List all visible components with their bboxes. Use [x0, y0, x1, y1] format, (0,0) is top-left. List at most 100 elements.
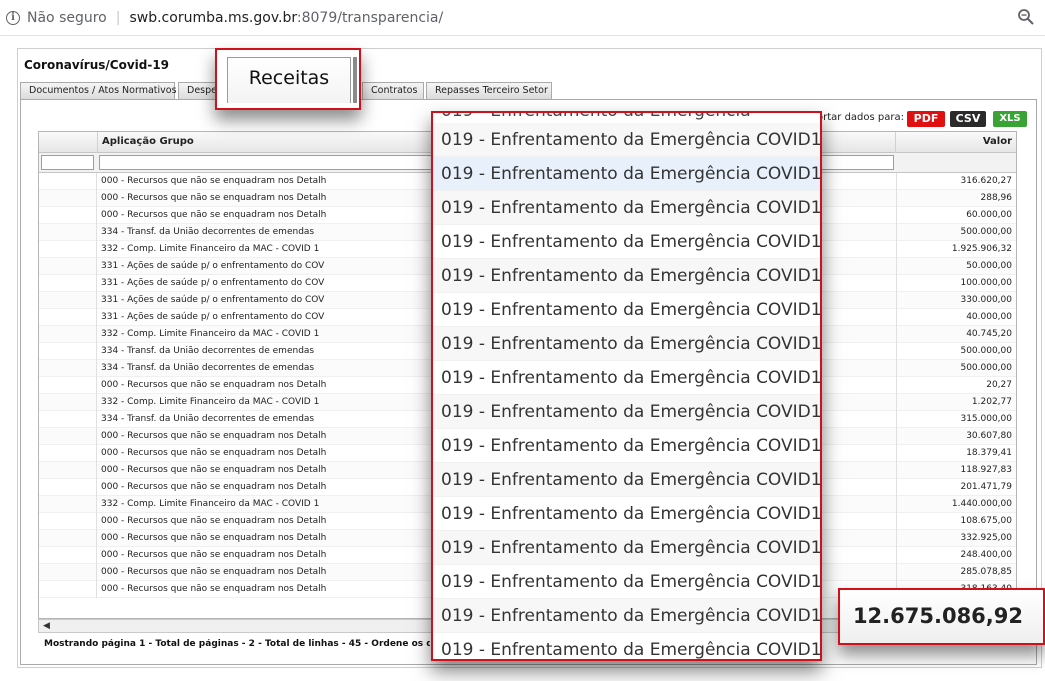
aplicacao-cell: 000 - Recursos que não se enquadram nos … [101, 210, 327, 220]
row-number-cell [39, 564, 97, 581]
tab-repasses[interactable]: Repasses Terceiro Setor [426, 82, 552, 100]
row-number-cell [39, 445, 97, 462]
valor-cell: 332.925,00 [896, 530, 1012, 547]
valor-cell: 1.440.000,00 [896, 496, 1012, 513]
aplicacao-cell: 334 - Transf. da União decorrentes de em… [101, 227, 315, 237]
aplicacao-cell: 000 - Recursos que não se enquadram nos … [101, 465, 327, 475]
valor-cell: 285.078,85 [896, 564, 1012, 581]
list-item[interactable]: 019 - Enfrentamento da Emergência COVID1… [433, 191, 820, 225]
list-item[interactable]: 019 - Enfrentamento da Emergência COVID1… [433, 395, 820, 429]
address-separator: | [115, 9, 121, 26]
valor-cell: 30.607,80 [896, 428, 1012, 445]
header-valor[interactable]: Valor [896, 132, 1016, 153]
valor-cell: 118.927,83 [896, 462, 1012, 479]
aplicacao-cell: 000 - Recursos que não se enquadram nos … [101, 431, 327, 441]
row-number-cell [39, 547, 97, 564]
valor-cell: 500.000,00 [896, 224, 1012, 241]
list-item[interactable]: 019 - Enfrentamento da Emergência COVID1… [433, 259, 820, 293]
valor-cell: 330.000,00 [896, 292, 1012, 309]
aplicacao-cell: 000 - Recursos que não se enquadram nos … [101, 448, 327, 458]
aplicacao-cell: 000 - Recursos que não se enquadram nos … [101, 482, 327, 492]
row-number-cell [39, 428, 97, 445]
valor-cell: 50.000,00 [896, 258, 1012, 275]
valor-cell: 248.400,00 [896, 547, 1012, 564]
valor-cell: 20,27 [896, 377, 1012, 394]
scroll-left-icon[interactable]: ◀ [43, 620, 50, 632]
export-pdf-button[interactable]: PDF [907, 111, 945, 127]
row-number-cell [39, 462, 97, 479]
aplicacao-cell: 334 - Transf. da União decorrentes de em… [101, 414, 315, 424]
row-number-cell [39, 581, 97, 598]
row-number-cell [39, 275, 97, 292]
list-item[interactable]: 019 - Enfrentamento da Emergência COVID1… [433, 429, 820, 463]
zoom-icon[interactable] [1017, 8, 1035, 26]
row-number-cell [39, 309, 97, 326]
list-item[interactable]: 019 - Enfrentamento da Emergência COVID1… [433, 565, 820, 599]
url-field[interactable]: swb.corumba.ms.gov.br:8079/transparencia… [129, 10, 443, 26]
tab-contratos[interactable]: Contratos [362, 82, 424, 100]
list-item[interactable]: 019 - Enfrentamento da Emergência COVID1… [433, 225, 820, 259]
security-indicator[interactable]: Não seguro [27, 10, 107, 26]
row-number-cell [39, 479, 97, 496]
aplicacao-cell: 332 - Comp. Limite Financeiro da MAC - C… [101, 499, 320, 509]
header-row-number [39, 132, 98, 153]
aplicacao-cell: 000 - Recursos que não se enquadram nos … [101, 176, 327, 186]
list-item[interactable]: 019 - Enfrentamento da Emergência COVID1… [433, 599, 820, 633]
list-item[interactable]: 019 - Enfrentamento da Emergência COVID1… [433, 463, 820, 497]
row-number-cell [39, 241, 97, 258]
aplicacao-cell: 331 - Ações de saúde p/ o enfrentamento … [101, 278, 325, 288]
valor-cell: 40.000,00 [896, 309, 1012, 326]
tab-receitas[interactable]: Receitas [227, 57, 351, 103]
list-item[interactable]: 019 - Enfrentamento da Emergência COVID1… [433, 327, 820, 361]
url-host: swb.corumba.ms.gov.br [129, 9, 297, 26]
tab-documentos[interactable]: Documentos / Atos Normativos [20, 82, 177, 100]
zoom-callout-tab: Receitas [215, 48, 361, 110]
list-item[interactable]: 019 - Enfrentamento da Emergência COVID1… [433, 361, 820, 395]
aplicacao-cell: 000 - Recursos que não se enquadram nos … [101, 550, 327, 560]
aplicacao-cell: 332 - Comp. Limite Financeiro da MAC - C… [101, 397, 320, 407]
aplicacao-cell: 000 - Recursos que não se enquadram nos … [101, 567, 327, 577]
valor-cell: 108.675,00 [896, 513, 1012, 530]
valor-cell: 1.202,77 [896, 394, 1012, 411]
valor-cell: 100.000,00 [896, 275, 1012, 292]
list-item[interactable]: 019 - Enfrentamento da Emergência COVID1… [433, 497, 820, 531]
list-item[interactable]: 019 - Enfrentamento da Emergência COVID1… [433, 633, 820, 659]
row-number-cell [39, 496, 97, 513]
valor-cell: 60.000,00 [896, 207, 1012, 224]
aplicacao-cell: 331 - Ações de saúde p/ o enfrentamento … [101, 295, 325, 305]
zoom-callout-total: 12.675.086,92 [838, 588, 1045, 645]
tab-edge [353, 57, 357, 103]
aplicacao-cell: 331 - Ações de saúde p/ o enfrentamento … [101, 312, 325, 322]
row-number-cell [39, 360, 97, 377]
aplicacao-cell: 000 - Recursos que não se enquadram nos … [101, 584, 327, 594]
browser-address-bar: i Não seguro | swb.corumba.ms.gov.br:807… [0, 0, 1045, 36]
aplicacao-cell: 331 - Ações de saúde p/ o enfrentamento … [101, 261, 325, 271]
filter-row-number-input[interactable] [41, 155, 94, 170]
export-csv-button[interactable]: CSV [950, 111, 986, 127]
aplicacao-cell: 334 - Transf. da União decorrentes de em… [101, 363, 315, 373]
list-item[interactable]: 019 - Enfrentamento da Emergência COVID1… [433, 123, 820, 157]
aplicacao-cell: 000 - Recursos que não se enquadram nos … [101, 193, 327, 203]
page-title: Coronavírus/Covid-19 [24, 58, 170, 72]
valor-cell: 40.745,20 [896, 326, 1012, 343]
aplicacao-cell: 000 - Recursos que não se enquadram nos … [101, 533, 327, 543]
row-number-cell [39, 207, 97, 224]
row-number-cell [39, 377, 97, 394]
row-number-cell [39, 173, 97, 190]
list-item[interactable]: 019 - Enfrentamento da Emergência COVID1… [433, 293, 820, 327]
row-number-cell [39, 326, 97, 343]
row-number-cell [39, 292, 97, 309]
grid-status: Mostrando página 1 - Total de páginas - … [44, 639, 430, 649]
aplicacao-cell: 334 - Transf. da União decorrentes de em… [101, 346, 315, 356]
row-number-cell [39, 394, 97, 411]
info-icon[interactable]: i [6, 10, 20, 25]
row-number-cell [39, 411, 97, 428]
url-path: :8079/transparencia/ [296, 9, 444, 26]
export-xls-button[interactable]: XLS [993, 111, 1027, 127]
list-item[interactable]: 019 - Enfrentamento da Emergência COVID1… [433, 531, 820, 565]
row-number-cell [39, 513, 97, 530]
row-number-cell [39, 343, 97, 360]
valor-cell: 315.000,00 [896, 411, 1012, 428]
row-number-cell [39, 530, 97, 547]
list-item[interactable]: 019 - Enfrentamento da Emergência COVID1… [433, 157, 820, 191]
